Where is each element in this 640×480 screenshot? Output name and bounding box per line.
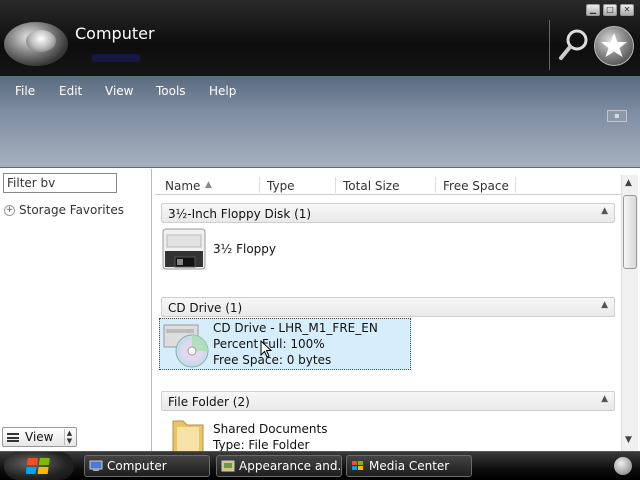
item-percent-full: Percent Full: 100% (213, 337, 325, 351)
mouse-cursor-icon (260, 340, 272, 358)
file-list-pane: Name ▲ Type Total Size Free Space 3½-Inc… (155, 175, 621, 451)
item-free-space: Free Space: 0 bytes (213, 353, 332, 367)
storage-favorites-item[interactable]: + Storage Favorites (4, 203, 124, 217)
maximize-button[interactable]: □ (603, 4, 617, 16)
taskbar: Computer Appearance and... Media Center (0, 451, 640, 480)
scroll-down-arrow-icon[interactable]: ▼ (625, 435, 632, 445)
view-spinner-icon[interactable]: ▲ ▼ (64, 429, 74, 445)
storage-favorites-label: Storage Favorites (19, 203, 124, 217)
taskbar-item-label: Computer (107, 459, 167, 473)
taskbar-item-media-center[interactable]: Media Center (346, 455, 472, 477)
group-header-cd-drive[interactable]: CD Drive (1) ▲ (161, 297, 615, 317)
floppy-drive-icon (162, 228, 206, 270)
collapse-arrow-icon[interactable]: ▲ (601, 394, 608, 404)
menu-view[interactable]: View (105, 84, 133, 98)
title-decoration (92, 54, 140, 62)
scroll-up-arrow-icon[interactable]: ▲ (625, 178, 632, 188)
collapse-arrow-icon[interactable]: ▲ (601, 206, 608, 216)
column-type[interactable]: Type (267, 179, 295, 193)
taskbar-item-label: Media Center (369, 459, 450, 473)
filter-input[interactable] (3, 173, 117, 193)
windows-logo-icon (26, 458, 50, 474)
search-icon[interactable] (558, 28, 590, 62)
column-free-space[interactable]: Free Space (443, 179, 509, 193)
start-button[interactable] (4, 452, 74, 480)
close-button[interactable]: ✕ (620, 4, 634, 16)
list-item-floppy[interactable]: 3½ Floppy (161, 227, 276, 273)
column-total-size[interactable]: Total Size (343, 179, 399, 193)
column-divider[interactable] (259, 177, 260, 193)
navigation-pane: + Storage Favorites View ▲▼ (0, 169, 152, 451)
computer-orb-icon (4, 22, 68, 66)
pane-toggle-button[interactable]: ▪ (607, 110, 627, 122)
view-list-icon (7, 432, 19, 442)
collapse-arrow-icon[interactable]: ▲ (601, 300, 608, 310)
column-divider[interactable] (435, 177, 436, 193)
floppy-text: 3½ Floppy (209, 227, 276, 273)
view-label: View (25, 430, 54, 444)
control-panel-icon (221, 460, 235, 472)
group-label: CD Drive (1) (168, 301, 243, 315)
title-divider (549, 20, 550, 70)
title-bar: Computer ▁ □ ✕ (0, 0, 640, 76)
menu-tools[interactable]: Tools (156, 84, 186, 98)
menu-edit[interactable]: Edit (59, 84, 82, 98)
menu-help[interactable]: Help (209, 84, 236, 98)
item-title: CD Drive - LHR_M1_FRE_EN (213, 321, 378, 335)
favorite-star-button[interactable] (594, 26, 634, 66)
window-title: Computer (75, 24, 155, 43)
list-item-shared-documents[interactable]: Shared Documents Type: File Folder (169, 415, 327, 451)
view-button[interactable]: View ▲ ▼ (2, 427, 77, 447)
group-label: File Folder (2) (168, 395, 250, 409)
media-center-icon (352, 461, 363, 470)
taskbar-item-computer[interactable]: Computer (84, 455, 210, 477)
group-header-file-folder[interactable]: File Folder (2) ▲ (161, 391, 615, 411)
column-divider[interactable] (515, 177, 516, 193)
scroll-thumb[interactable] (623, 195, 637, 269)
group-header-floppy[interactable]: 3½-Inch Floppy Disk (1) ▲ (161, 203, 615, 223)
item-type: Type: File Folder (213, 438, 310, 451)
sort-arrow-icon: ▲ (205, 180, 212, 190)
sidebar-toggle-button[interactable] (614, 457, 632, 475)
menu-file[interactable]: File (15, 84, 35, 98)
item-title: 3½ Floppy (213, 242, 276, 256)
star-icon (601, 33, 627, 57)
taskbar-item-label: Appearance and... (239, 459, 342, 473)
expand-plus-icon[interactable]: + (4, 204, 15, 216)
cd-drive-icon (163, 324, 209, 368)
column-divider[interactable] (335, 177, 336, 193)
group-label: 3½-Inch Floppy Disk (1) (168, 207, 312, 221)
folder-text: Shared Documents Type: File Folder (207, 415, 327, 451)
vertical-scrollbar[interactable]: ▲ ▼ (621, 175, 638, 451)
taskbar-item-appearance[interactable]: Appearance and... (216, 455, 342, 477)
cd-text: CD Drive - LHR_M1_FRE_EN Percent Full: 1… (213, 320, 378, 368)
column-name[interactable]: Name (165, 179, 200, 193)
folder-icon (172, 420, 204, 451)
column-header: Name ▲ Type Total Size Free Space (155, 175, 621, 195)
computer-icon (89, 460, 103, 471)
item-title: Shared Documents (213, 422, 328, 436)
list-item-cd-drive[interactable]: CD Drive - LHR_M1_FRE_EN Percent Full: 1… (159, 318, 411, 370)
minimize-button[interactable]: ▁ (586, 4, 600, 16)
menu-bar: File Edit View Tools Help ▪ (0, 76, 640, 168)
window-controls: ▁ □ ✕ (586, 4, 634, 16)
